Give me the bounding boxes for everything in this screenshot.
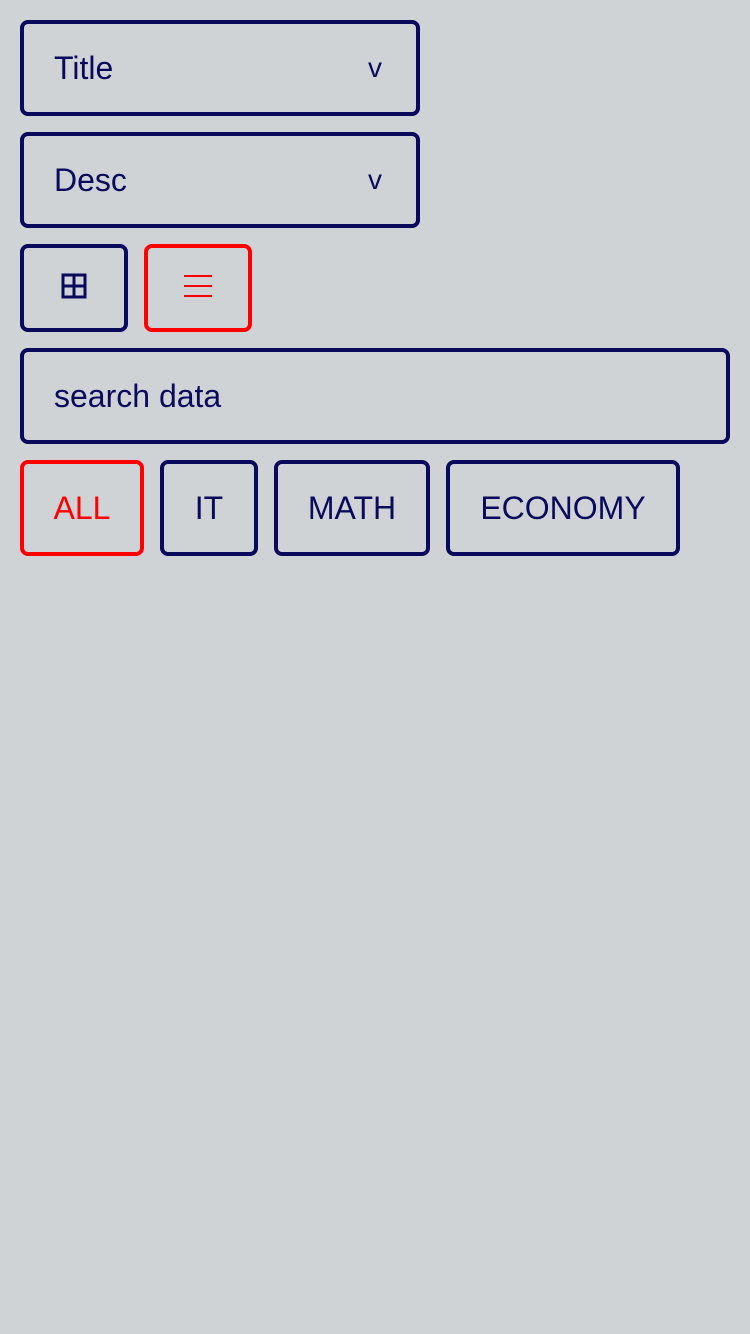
list-view-button[interactable]: [144, 244, 252, 332]
sort-order-select[interactable]: Desc v: [20, 132, 420, 228]
grid-icon: [60, 272, 88, 305]
chevron-down-icon: v: [368, 164, 382, 195]
category-economy-button[interactable]: ECONOMY: [446, 460, 680, 556]
chevron-down-icon: v: [368, 52, 382, 83]
list-icon: [183, 272, 213, 305]
search-box[interactable]: [20, 348, 730, 444]
sort-order-value: Desc: [54, 161, 127, 198]
sort-field-value: Title: [54, 49, 114, 86]
search-input[interactable]: [54, 377, 694, 415]
category-all-button[interactable]: ALL: [20, 460, 144, 556]
category-math-button[interactable]: MATH: [274, 460, 430, 556]
category-it-button[interactable]: IT: [160, 460, 258, 556]
sort-field-select[interactable]: Title v: [20, 20, 420, 116]
grid-view-button[interactable]: [20, 244, 128, 332]
